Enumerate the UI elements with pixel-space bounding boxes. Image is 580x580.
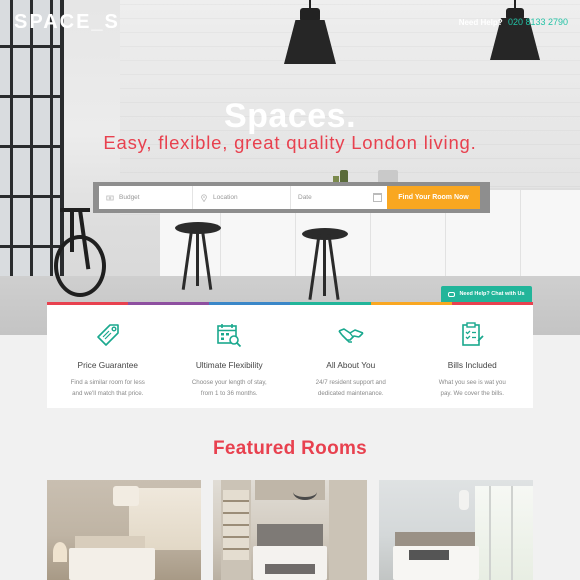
- hero-title: Spaces.: [223, 97, 357, 135]
- location-field[interactable]: Location: [193, 186, 291, 209]
- feature-ultimate-flexibility: Ultimate Flexibility Choose your length …: [169, 305, 291, 408]
- help-label: Need Help?: [458, 18, 503, 27]
- room-card-image[interactable]: [47, 480, 201, 580]
- hero-banner: SPACE_S Need Help? 020 8133 2790 Spaces.…: [0, 0, 580, 335]
- feature-description: What you see is wat you pay. We cover th…: [438, 379, 506, 397]
- room-card-image[interactable]: [213, 480, 367, 580]
- feature-description: Choose your length of stay, from 1 to 36…: [191, 379, 267, 397]
- calendar-search-icon: [217, 324, 242, 348]
- chat-bubble-icon: [448, 291, 456, 297]
- hero-subtitle: Easy, flexible, great quality London liv…: [103, 132, 477, 153]
- feature-title: All About You: [326, 360, 376, 370]
- find-room-button[interactable]: Find Your Room Now: [387, 186, 480, 209]
- room-search-bar: Budget Location Date Find Your Room Now: [93, 182, 490, 213]
- date-placeholder: Date: [298, 194, 312, 201]
- feature-all-about-you: All About You 24/7 resident support and …: [290, 305, 412, 408]
- help-phone-number[interactable]: 020 8133 2790: [508, 17, 568, 27]
- feature-title: Bills Included: [447, 360, 497, 370]
- money-icon: [106, 195, 114, 200]
- feature-description: 24/7 resident support and dedicated main…: [315, 379, 386, 397]
- budget-field[interactable]: Budget: [99, 186, 193, 209]
- pendant-light: [459, 490, 469, 510]
- date-field[interactable]: Date: [291, 186, 387, 209]
- feature-title: Price Guarantee: [77, 360, 138, 370]
- budget-placeholder: Budget: [119, 194, 140, 201]
- calendar-icon[interactable]: [373, 193, 382, 202]
- features-panel: Price Guarantee Find a similar room for …: [47, 305, 533, 408]
- site-logo[interactable]: SPACE_S: [14, 11, 120, 34]
- chat-button[interactable]: Need Help? Chat with Us: [441, 286, 532, 302]
- location-placeholder: Location: [213, 194, 238, 201]
- chat-label: Need Help? Chat with Us: [459, 291, 525, 297]
- help-phone[interactable]: Need Help? 020 8133 2790: [459, 17, 568, 27]
- ceiling-lamp: [113, 486, 139, 506]
- featured-rooms-heading: Featured Rooms: [212, 438, 368, 459]
- table-lamp: [53, 542, 67, 562]
- pendant-lamp: [488, 0, 542, 66]
- feature-price-guarantee: Price Guarantee Find a similar room for …: [47, 305, 169, 408]
- page: SPACE_S Need Help? 020 8133 2790 Spaces.…: [0, 0, 580, 580]
- feature-bills-included: Bills Included What you see is wat you p…: [412, 305, 534, 408]
- location-pin-icon: [201, 193, 207, 202]
- chandelier: [293, 484, 317, 500]
- room-card-image[interactable]: [379, 480, 533, 580]
- handshake-icon: [338, 328, 364, 343]
- checklist-icon: [462, 322, 484, 346]
- featured-rooms-list: [47, 480, 533, 580]
- feature-title: Ultimate Flexibility: [195, 360, 263, 370]
- price-tag-icon: [96, 324, 119, 346]
- pendant-lamp: [280, 0, 340, 70]
- feature-description: Find a similar room for less and we'll m…: [70, 379, 145, 397]
